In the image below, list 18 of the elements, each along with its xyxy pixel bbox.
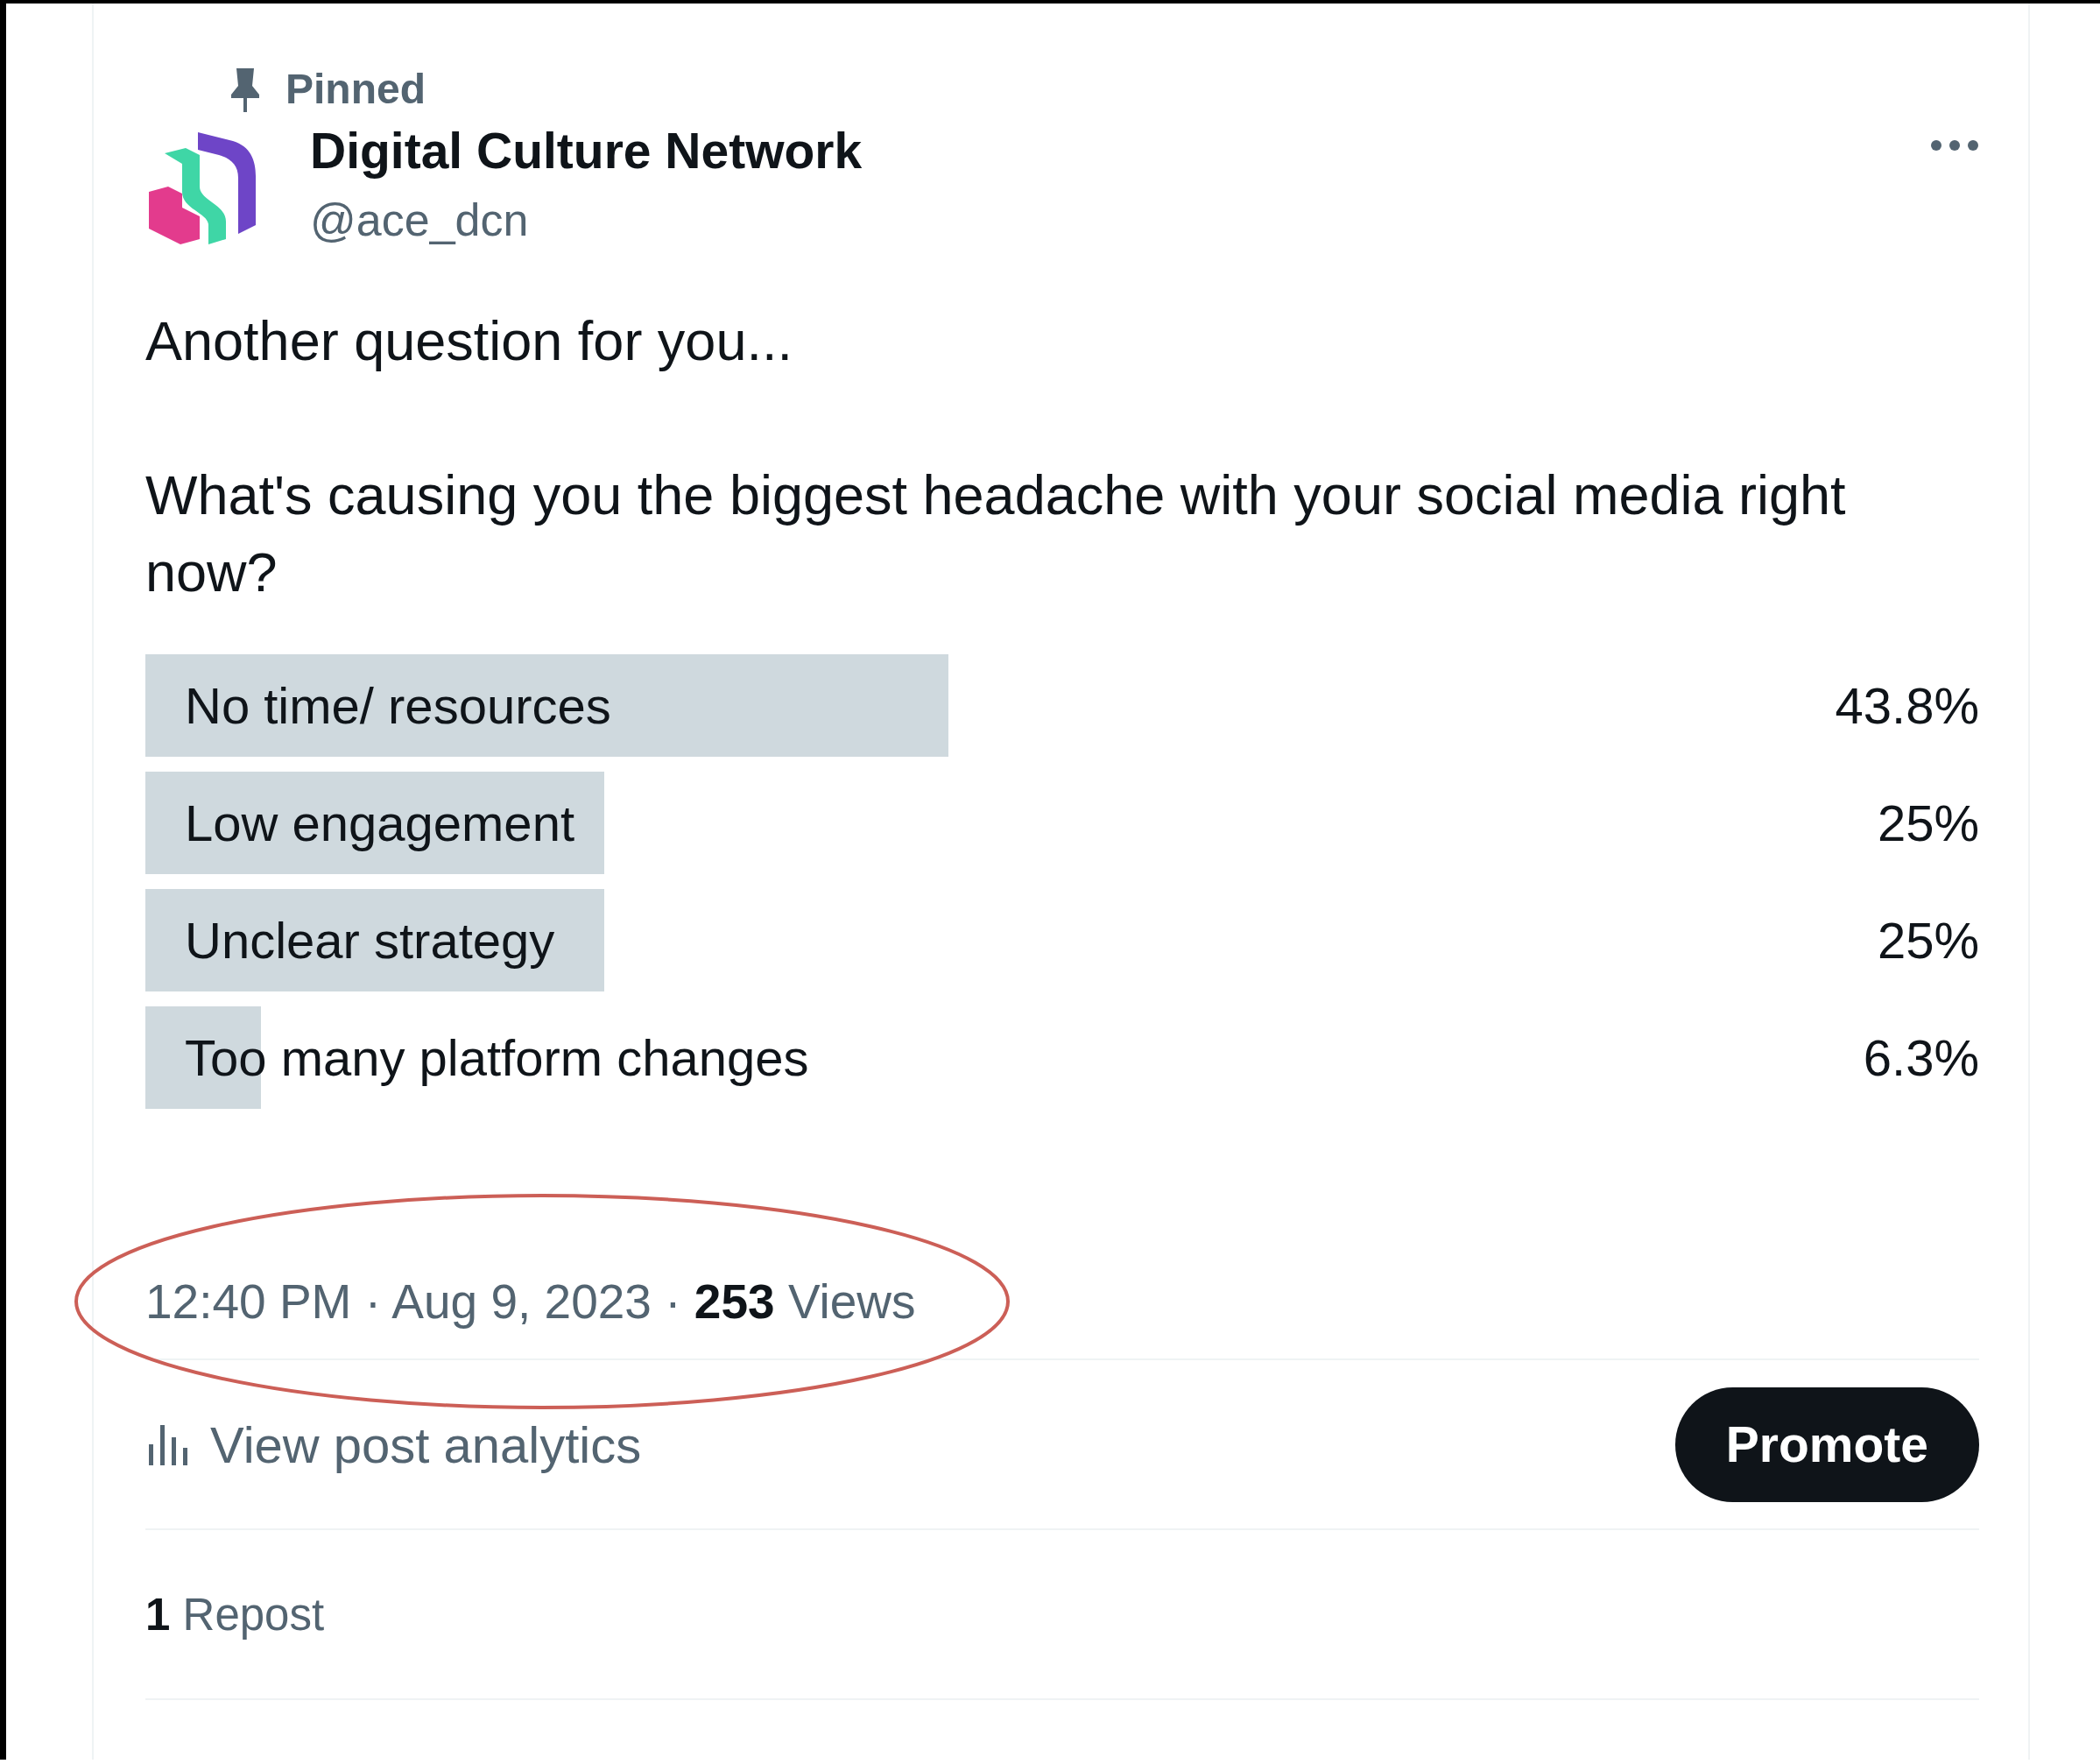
post-meta: 12:40 PM · Aug 9, 2023 · 253 Views	[145, 1274, 916, 1330]
poll-option: No time/ resources	[185, 677, 611, 734]
post-text: What's causing you the biggest headache with your social media right now?	[145, 463, 1847, 604]
poll-percent: 25%	[1877, 794, 1979, 852]
poll-option: Too many platform changes	[185, 1029, 809, 1086]
author-name[interactable]: Digital Culture Network	[310, 122, 863, 180]
poll-option: Low engagement	[185, 794, 574, 851]
pinned-label: Pinned	[285, 65, 426, 113]
poll-percent: 25%	[1877, 911, 1979, 970]
more-icon[interactable]	[1930, 139, 1979, 152]
promote-button[interactable]: Promote	[1674, 1387, 1979, 1502]
poll-option: Unclear strategy	[185, 912, 555, 969]
repost-count[interactable]: 1 Repost	[145, 1588, 325, 1641]
poll-percent: 6.3%	[1863, 1028, 1979, 1087]
author-handle[interactable]: @ace_dcn	[310, 194, 863, 246]
poll-percent: 43.8%	[1835, 676, 1979, 735]
post-text: Another question for you...	[145, 309, 793, 373]
analytics-link[interactable]: View post analytics	[145, 1415, 642, 1474]
